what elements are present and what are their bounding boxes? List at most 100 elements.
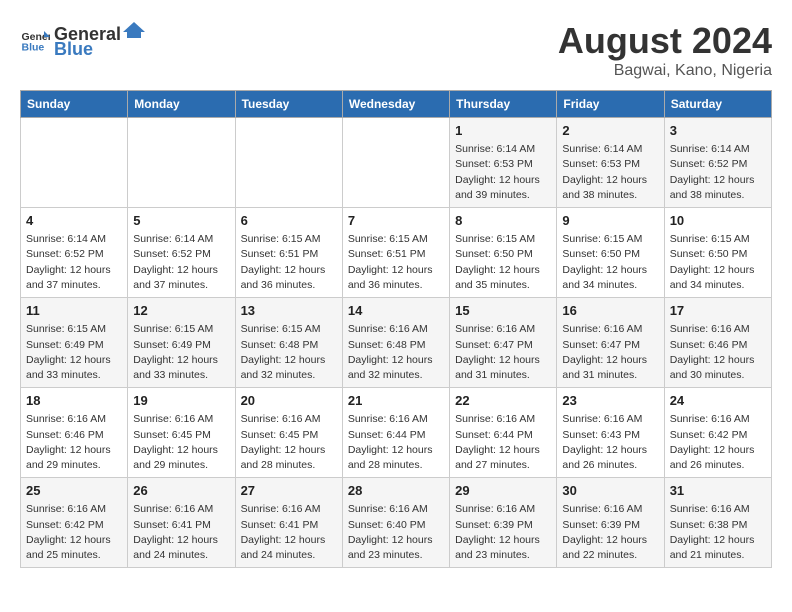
day-info: Sunrise: 6:15 AM Sunset: 6:51 PM Dayligh… [241, 232, 337, 293]
calendar-cell: 19Sunrise: 6:16 AM Sunset: 6:45 PM Dayli… [128, 388, 235, 478]
title-area: August 2024 Bagwai, Kano, Nigeria [558, 20, 772, 80]
day-info: Sunrise: 6:16 AM Sunset: 6:43 PM Dayligh… [562, 412, 658, 473]
svg-text:Blue: Blue [22, 42, 45, 54]
day-number: 19 [133, 392, 229, 410]
calendar-cell: 22 Sunrise: 6:16 AM Sunset: 6:44 PM Dayli… [450, 388, 557, 478]
day-header-wednesday: Wednesday [342, 91, 449, 118]
calendar-week-5: 25Sunrise: 6:16 AM Sunset: 6:42 PM Dayli… [21, 478, 772, 568]
calendar-cell: 23 Sunrise: 6:16 AM Sunset: 6:43 PM Dayli… [557, 388, 664, 478]
day-info: Sunrise: 6:14 AM Sunset: 6:53 PM Dayligh… [455, 142, 551, 203]
day-number: 14 [348, 302, 444, 320]
calendar-cell [235, 118, 342, 208]
day-header-saturday: Saturday [664, 91, 771, 118]
calendar-cell: 11 Sunrise: 6:15 AM Sunset: 6:49 PM Dayli… [21, 298, 128, 388]
day-number: 6 [241, 212, 337, 230]
day-number: 30 [562, 482, 658, 500]
day-info: Sunrise: 6:16 AM Sunset: 6:44 PM Dayligh… [455, 412, 551, 473]
day-info: Sunrise: 6:16 AM Sunset: 6:39 PM Dayligh… [562, 502, 658, 563]
day-info: Sunrise: 6:16 AM Sunset: 6:39 PM Dayligh… [455, 502, 551, 563]
day-info: Sunrise: 6:15 AM Sunset: 6:49 PM Dayligh… [26, 322, 122, 383]
day-info: Sunrise: 6:16 AM Sunset: 6:41 PM Dayligh… [241, 502, 337, 563]
day-info: Sunrise: 6:16 AM Sunset: 6:38 PM Dayligh… [670, 502, 766, 563]
calendar-week-2: 4Sunrise: 6:14 AM Sunset: 6:52 PM Daylig… [21, 208, 772, 298]
day-header-monday: Monday [128, 91, 235, 118]
calendar-cell: 21 Sunrise: 6:16 AM Sunset: 6:44 PM Dayli… [342, 388, 449, 478]
day-info: Sunrise: 6:16 AM Sunset: 6:44 PM Dayligh… [348, 412, 444, 473]
day-number: 22 [455, 392, 551, 410]
calendar-cell: 7Sunrise: 6:15 AM Sunset: 6:51 PM Daylig… [342, 208, 449, 298]
day-info: Sunrise: 6:16 AM Sunset: 6:46 PM Dayligh… [26, 412, 122, 473]
calendar-cell: 15 Sunrise: 6:16 AM Sunset: 6:47 PM Dayli… [450, 298, 557, 388]
day-number: 12 [133, 302, 229, 320]
day-number: 26 [133, 482, 229, 500]
calendar-cell: 4Sunrise: 6:14 AM Sunset: 6:52 PM Daylig… [21, 208, 128, 298]
day-number: 15 [455, 302, 551, 320]
calendar-week-4: 18 Sunrise: 6:16 AM Sunset: 6:46 PM Dayli… [21, 388, 772, 478]
calendar-cell: 26 Sunrise: 6:16 AM Sunset: 6:41 PM Dayli… [128, 478, 235, 568]
day-number: 27 [241, 482, 337, 500]
calendar-cell: 20 Sunrise: 6:16 AM Sunset: 6:45 PM Dayli… [235, 388, 342, 478]
day-number: 1 [455, 122, 551, 140]
location-title: Bagwai, Kano, Nigeria [558, 62, 772, 80]
day-info: Sunrise: 6:14 AM Sunset: 6:52 PM Dayligh… [26, 232, 122, 293]
calendar-cell: 29Sunrise: 6:16 AM Sunset: 6:39 PM Dayli… [450, 478, 557, 568]
calendar-cell: 1 Sunrise: 6:14 AM Sunset: 6:53 PM Daylig… [450, 118, 557, 208]
day-info: Sunrise: 6:16 AM Sunset: 6:41 PM Dayligh… [133, 502, 229, 563]
calendar-cell: 24 Sunrise: 6:16 AM Sunset: 6:42 PM Dayli… [664, 388, 771, 478]
day-info: Sunrise: 6:16 AM Sunset: 6:40 PM Dayligh… [348, 502, 444, 563]
day-number: 9 [562, 212, 658, 230]
day-number: 20 [241, 392, 337, 410]
calendar-cell [21, 118, 128, 208]
day-info: Sunrise: 6:14 AM Sunset: 6:52 PM Dayligh… [670, 142, 766, 203]
day-info: Sunrise: 6:16 AM Sunset: 6:42 PM Dayligh… [670, 412, 766, 473]
day-number: 8 [455, 212, 551, 230]
calendar-cell: 30 Sunrise: 6:16 AM Sunset: 6:39 PM Dayli… [557, 478, 664, 568]
logo-icon: General Blue [20, 25, 50, 55]
calendar-cell: 31 Sunrise: 6:16 AM Sunset: 6:38 PM Dayli… [664, 478, 771, 568]
day-number: 5 [133, 212, 229, 230]
day-number: 31 [670, 482, 766, 500]
day-number: 3 [670, 122, 766, 140]
day-info: Sunrise: 6:16 AM Sunset: 6:42 PM Dayligh… [26, 502, 122, 563]
calendar-cell: 27 Sunrise: 6:16 AM Sunset: 6:41 PM Dayli… [235, 478, 342, 568]
calendar-cell: 25Sunrise: 6:16 AM Sunset: 6:42 PM Dayli… [21, 478, 128, 568]
day-header-sunday: Sunday [21, 91, 128, 118]
logo: General Blue General Blue [20, 20, 147, 60]
calendar-cell: 6 Sunrise: 6:15 AM Sunset: 6:51 PM Daylig… [235, 208, 342, 298]
calendar-cell: 28Sunrise: 6:16 AM Sunset: 6:40 PM Dayli… [342, 478, 449, 568]
day-number: 13 [241, 302, 337, 320]
day-info: Sunrise: 6:15 AM Sunset: 6:48 PM Dayligh… [241, 322, 337, 383]
calendar-cell: 8 Sunrise: 6:15 AM Sunset: 6:50 PM Daylig… [450, 208, 557, 298]
calendar-cell: 2Sunrise: 6:14 AM Sunset: 6:53 PM Daylig… [557, 118, 664, 208]
logo-triangle-icon [123, 20, 145, 40]
day-number: 23 [562, 392, 658, 410]
calendar-week-1: 1 Sunrise: 6:14 AM Sunset: 6:53 PM Daylig… [21, 118, 772, 208]
calendar-cell [342, 118, 449, 208]
day-number: 10 [670, 212, 766, 230]
calendar-cell: 14Sunrise: 6:16 AM Sunset: 6:48 PM Dayli… [342, 298, 449, 388]
day-number: 24 [670, 392, 766, 410]
day-number: 21 [348, 392, 444, 410]
month-title: August 2024 [558, 20, 772, 62]
day-info: Sunrise: 6:16 AM Sunset: 6:47 PM Dayligh… [562, 322, 658, 383]
calendar-cell: 16 Sunrise: 6:16 AM Sunset: 6:47 PM Dayli… [557, 298, 664, 388]
day-info: Sunrise: 6:14 AM Sunset: 6:53 PM Dayligh… [562, 142, 658, 203]
calendar-cell: 18 Sunrise: 6:16 AM Sunset: 6:46 PM Dayli… [21, 388, 128, 478]
day-number: 11 [26, 302, 122, 320]
calendar-cell [128, 118, 235, 208]
day-info: Sunrise: 6:16 AM Sunset: 6:46 PM Dayligh… [670, 322, 766, 383]
day-info: Sunrise: 6:16 AM Sunset: 6:47 PM Dayligh… [455, 322, 551, 383]
calendar-cell: 17 Sunrise: 6:16 AM Sunset: 6:46 PM Dayli… [664, 298, 771, 388]
header: General Blue General Blue August 2024 Ba… [20, 20, 772, 80]
calendar-header: SundayMondayTuesdayWednesdayThursdayFrid… [21, 91, 772, 118]
day-number: 16 [562, 302, 658, 320]
day-number: 18 [26, 392, 122, 410]
calendar-table: SundayMondayTuesdayWednesdayThursdayFrid… [20, 90, 772, 568]
day-info: Sunrise: 6:15 AM Sunset: 6:50 PM Dayligh… [455, 232, 551, 293]
day-info: Sunrise: 6:14 AM Sunset: 6:52 PM Dayligh… [133, 232, 229, 293]
day-number: 17 [670, 302, 766, 320]
day-info: Sunrise: 6:15 AM Sunset: 6:49 PM Dayligh… [133, 322, 229, 383]
day-info: Sunrise: 6:15 AM Sunset: 6:50 PM Dayligh… [670, 232, 766, 293]
day-info: Sunrise: 6:16 AM Sunset: 6:45 PM Dayligh… [241, 412, 337, 473]
day-header-thursday: Thursday [450, 91, 557, 118]
